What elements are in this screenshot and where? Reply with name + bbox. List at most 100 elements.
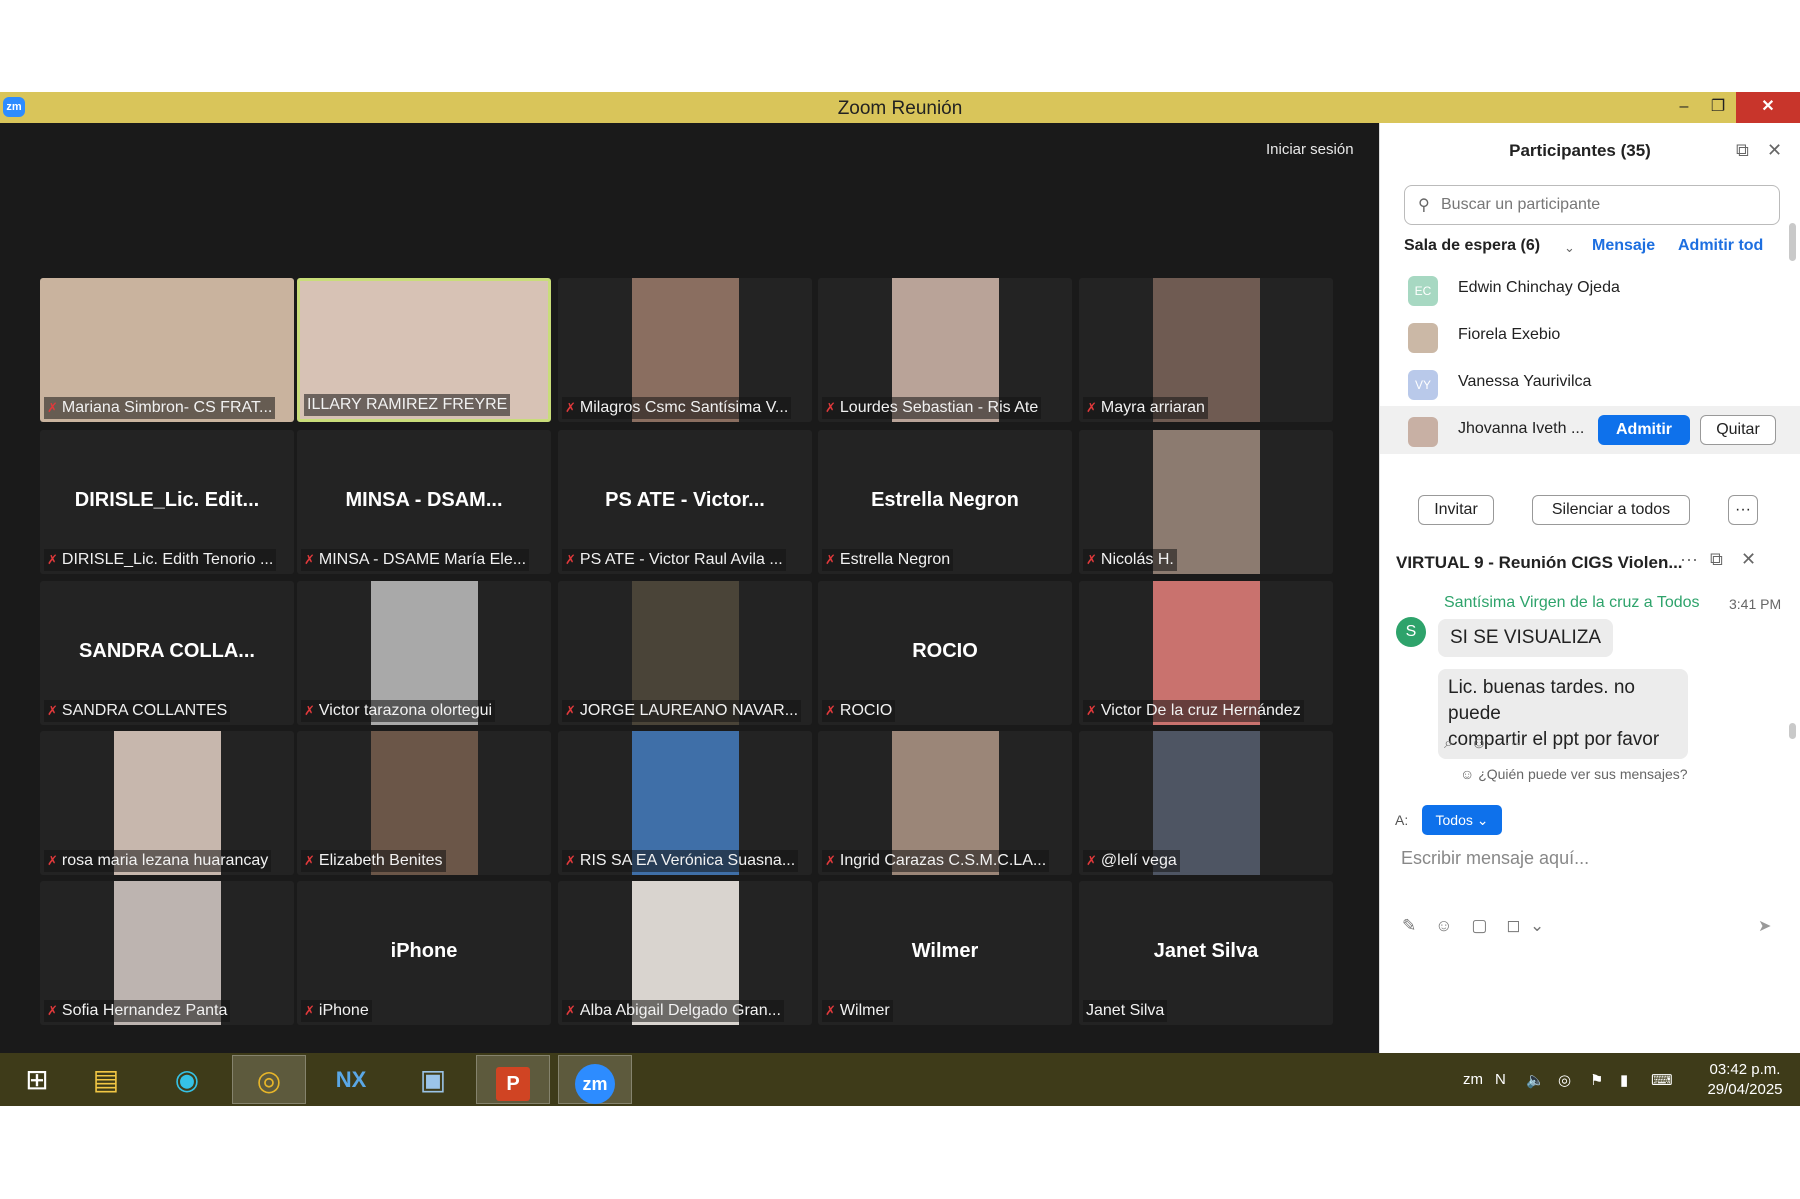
video-tile[interactable]: ✗ Alba Abigail Delgado Gran... [558, 881, 812, 1025]
reply-icon[interactable]: ⌕ [1444, 735, 1453, 752]
flag-icon[interactable]: ⚑ [1590, 1071, 1603, 1089]
participants-scrollbar[interactable] [1789, 223, 1796, 261]
chat-close-icon[interactable]: ✕ [1741, 549, 1756, 570]
chevron-down-icon[interactable]: ⌄ [1530, 916, 1544, 935]
network-computer-icon[interactable]: ▣ [396, 1055, 470, 1104]
participant-name-text: MINSA - DSAME María Ele... [318, 551, 527, 568]
video-tile[interactable]: ILLARY RAMIREZ FREYRE [297, 278, 551, 422]
video-tile[interactable]: ✗ Nicolás H. [1079, 430, 1333, 574]
participant-display-name: iPhone [390, 940, 458, 962]
zoom-tray-icon[interactable]: zm [1463, 1071, 1483, 1088]
video-tile[interactable]: Estrella Negron ✗ Estrella Negron [818, 430, 1072, 574]
volume-icon[interactable]: 🔈 [1526, 1071, 1545, 1089]
participant-name-label: ✗ Ingrid Carazas C.S.M.C.LA... [822, 850, 1050, 872]
participant-name-label: ✗ RIS SA EA Verónica Suasna... [562, 850, 799, 872]
video-tile[interactable]: Janet Silva Janet Silva [1079, 881, 1333, 1025]
emoji-reaction-icon[interactable]: ☺ [1471, 735, 1487, 752]
waiting-room-title[interactable]: Sala de espera (6) [1404, 237, 1540, 255]
chat-message: SI SE VISUALIZA [1438, 619, 1613, 657]
video-tile[interactable]: ✗ Mayra arriaran [1079, 278, 1333, 422]
search-icon: ⚲ [1418, 197, 1430, 214]
close-window-button[interactable]: ✕ [1736, 92, 1800, 123]
waiting-participant[interactable]: Jhovanna Iveth ... Admitir Quitar [1380, 406, 1800, 454]
waiting-participant[interactable]: EC Edwin Chinchay Ojeda [1380, 265, 1800, 313]
message-actions: ⌕ ☺ ··· [1444, 735, 1521, 753]
chat-popout-icon[interactable]: ⧉ [1710, 549, 1723, 570]
video-tile[interactable]: MINSA - DSAM... ✗ MINSA - DSAME María Ele.… [297, 430, 551, 574]
video-tile[interactable]: ✗ Victor tarazona olortegui [297, 581, 551, 725]
people-icon: ☺ [1460, 766, 1479, 782]
participants-title: Participantes (35) [1509, 141, 1651, 160]
video-tile[interactable]: ✗ JORGE LAUREANO NAVAR... [558, 581, 812, 725]
video-tile[interactable]: ✗ Lourdes Sebastian - Ris Ate [818, 278, 1072, 422]
video-tile[interactable]: DIRISLE_Lic. Edit... ✗ DIRISLE_Lic. Edith … [40, 430, 294, 574]
window-title: Zoom Reunión [837, 98, 963, 119]
video-tile[interactable]: ✗ rosa maria lezana huarancay [40, 731, 294, 875]
video-tile[interactable]: iPhone ✗ iPhone [297, 881, 551, 1025]
waiting-participant[interactable]: VY Vanessa Yaurivilca [1380, 359, 1800, 407]
nx-tray-icon[interactable]: N [1495, 1071, 1506, 1088]
participant-name: Fiorela Exebio [1458, 326, 1561, 343]
recipient-select[interactable]: Todos ⌄ [1422, 805, 1502, 835]
minimize-button[interactable]: – [1668, 92, 1700, 123]
video-tile[interactable]: ✗ Mariana Simbron- CS FRAT... [40, 278, 294, 422]
video-tile[interactable]: SANDRA COLLA... ✗ SANDRA COLLANTES [40, 581, 294, 725]
remove-button[interactable]: Quitar [1700, 415, 1776, 445]
windows-start-icon[interactable]: ⊞ [0, 1055, 74, 1104]
chat-input[interactable]: Escribir mensaje aquí... [1401, 848, 1589, 869]
chevron-down-icon[interactable]: ⌄ [1564, 240, 1575, 256]
signin-link[interactable]: Iniciar sesión [1266, 141, 1354, 158]
video-tile[interactable]: ROCIO ✗ ROCIO [818, 581, 1072, 725]
video-tile[interactable]: Wilmer ✗ Wilmer [818, 881, 1072, 1025]
video-tile[interactable]: ✗ Sofia Hernandez Panta [40, 881, 294, 1025]
chrome-tray-icon[interactable]: ◎ [1558, 1071, 1571, 1089]
mute-all-button[interactable]: Silenciar a todos [1532, 495, 1690, 525]
invite-button[interactable]: Invitar [1418, 495, 1494, 525]
participant-name-text: Victor tarazona olortegui [318, 702, 493, 719]
emoji-icon[interactable]: ☺ [1435, 916, 1452, 935]
screenshot-icon[interactable]: ◻ [1506, 916, 1520, 935]
video-tile[interactable]: ✗ RIS SA EA Verónica Suasna... [558, 731, 812, 875]
video-tile[interactable]: ✗ Elizabeth Benites [297, 731, 551, 875]
chat-scrollbar[interactable] [1789, 723, 1796, 739]
participant-search-input[interactable]: Buscar un participante [1404, 185, 1780, 225]
participant-name-label: ✗ Victor De la cruz Hernández [1083, 700, 1304, 722]
system-clock[interactable]: 03:42 p.m. 29/04/2025 [1695, 1060, 1795, 1100]
powerpoint-icon[interactable]: P [476, 1055, 550, 1104]
admit-button[interactable]: Admitir [1598, 415, 1690, 445]
chrome-icon[interactable]: ◎ [232, 1055, 306, 1104]
video-tile[interactable]: ✗ Milagros Csmc Santísima V... [558, 278, 812, 422]
waiting-participant[interactable]: Fiorela Exebio [1380, 312, 1800, 360]
participant-name-label: ✗ Milagros Csmc Santísima V... [562, 397, 792, 419]
participant-name-text: Ingrid Carazas C.S.M.C.LA... [839, 852, 1047, 869]
format-icon[interactable]: ✎ [1402, 916, 1416, 935]
more-icon[interactable]: ··· [1505, 735, 1521, 752]
maximize-button[interactable]: ❐ [1702, 92, 1734, 123]
participant-name-text: Wilmer [839, 1002, 890, 1019]
video-tile[interactable]: PS ATE - Victor... ✗ PS ATE - Victor Raul … [558, 430, 812, 574]
muted-mic-icon: ✗ [47, 853, 58, 868]
popout-icon[interactable]: ⧉ [1736, 140, 1749, 161]
participant-name-text: DIRISLE_Lic. Edith Tenorio ... [61, 551, 274, 568]
who-can-see-link[interactable]: ☺ ¿Quién puede ver sus mensajes? [1460, 766, 1688, 782]
video-tile[interactable]: ✗ @lelí vega [1079, 731, 1333, 875]
file-icon[interactable]: ▢ [1471, 916, 1487, 935]
signal-icon[interactable]: ▮ [1620, 1071, 1628, 1089]
edge-browser-icon[interactable]: ◉ [150, 1055, 224, 1104]
more-options-button[interactable]: ··· [1728, 495, 1758, 525]
chat-title: VIRTUAL 9 - Reunión CIGS Violen... [1396, 553, 1683, 572]
video-tile[interactable]: ✗ Ingrid Carazas C.S.M.C.LA... [818, 731, 1072, 875]
chat-more-icon[interactable]: ··· [1680, 549, 1698, 570]
windows-taskbar: ⊞ ▤ ◉ ◎ NX ▣ P zm zm N 🔈 ◎ ⚑ ▮ ⌨ 03:42 p… [0, 1053, 1800, 1106]
message-link[interactable]: Mensaje [1592, 237, 1655, 255]
keyboard-icon[interactable]: ⌨ [1651, 1071, 1673, 1089]
send-icon[interactable]: ➤ [1758, 916, 1771, 936]
zoom-taskbar-icon[interactable]: zm [558, 1055, 632, 1104]
file-explorer-icon[interactable]: ▤ [69, 1055, 143, 1104]
video-tile[interactable]: ✗ Victor De la cruz Hernández [1079, 581, 1333, 725]
admit-all-link[interactable]: Admitir tod [1678, 237, 1763, 255]
muted-mic-icon: ✗ [304, 552, 315, 567]
nx-app-icon[interactable]: NX [314, 1055, 388, 1104]
close-panel-icon[interactable]: ✕ [1767, 140, 1782, 161]
muted-mic-icon: ✗ [304, 1003, 315, 1018]
